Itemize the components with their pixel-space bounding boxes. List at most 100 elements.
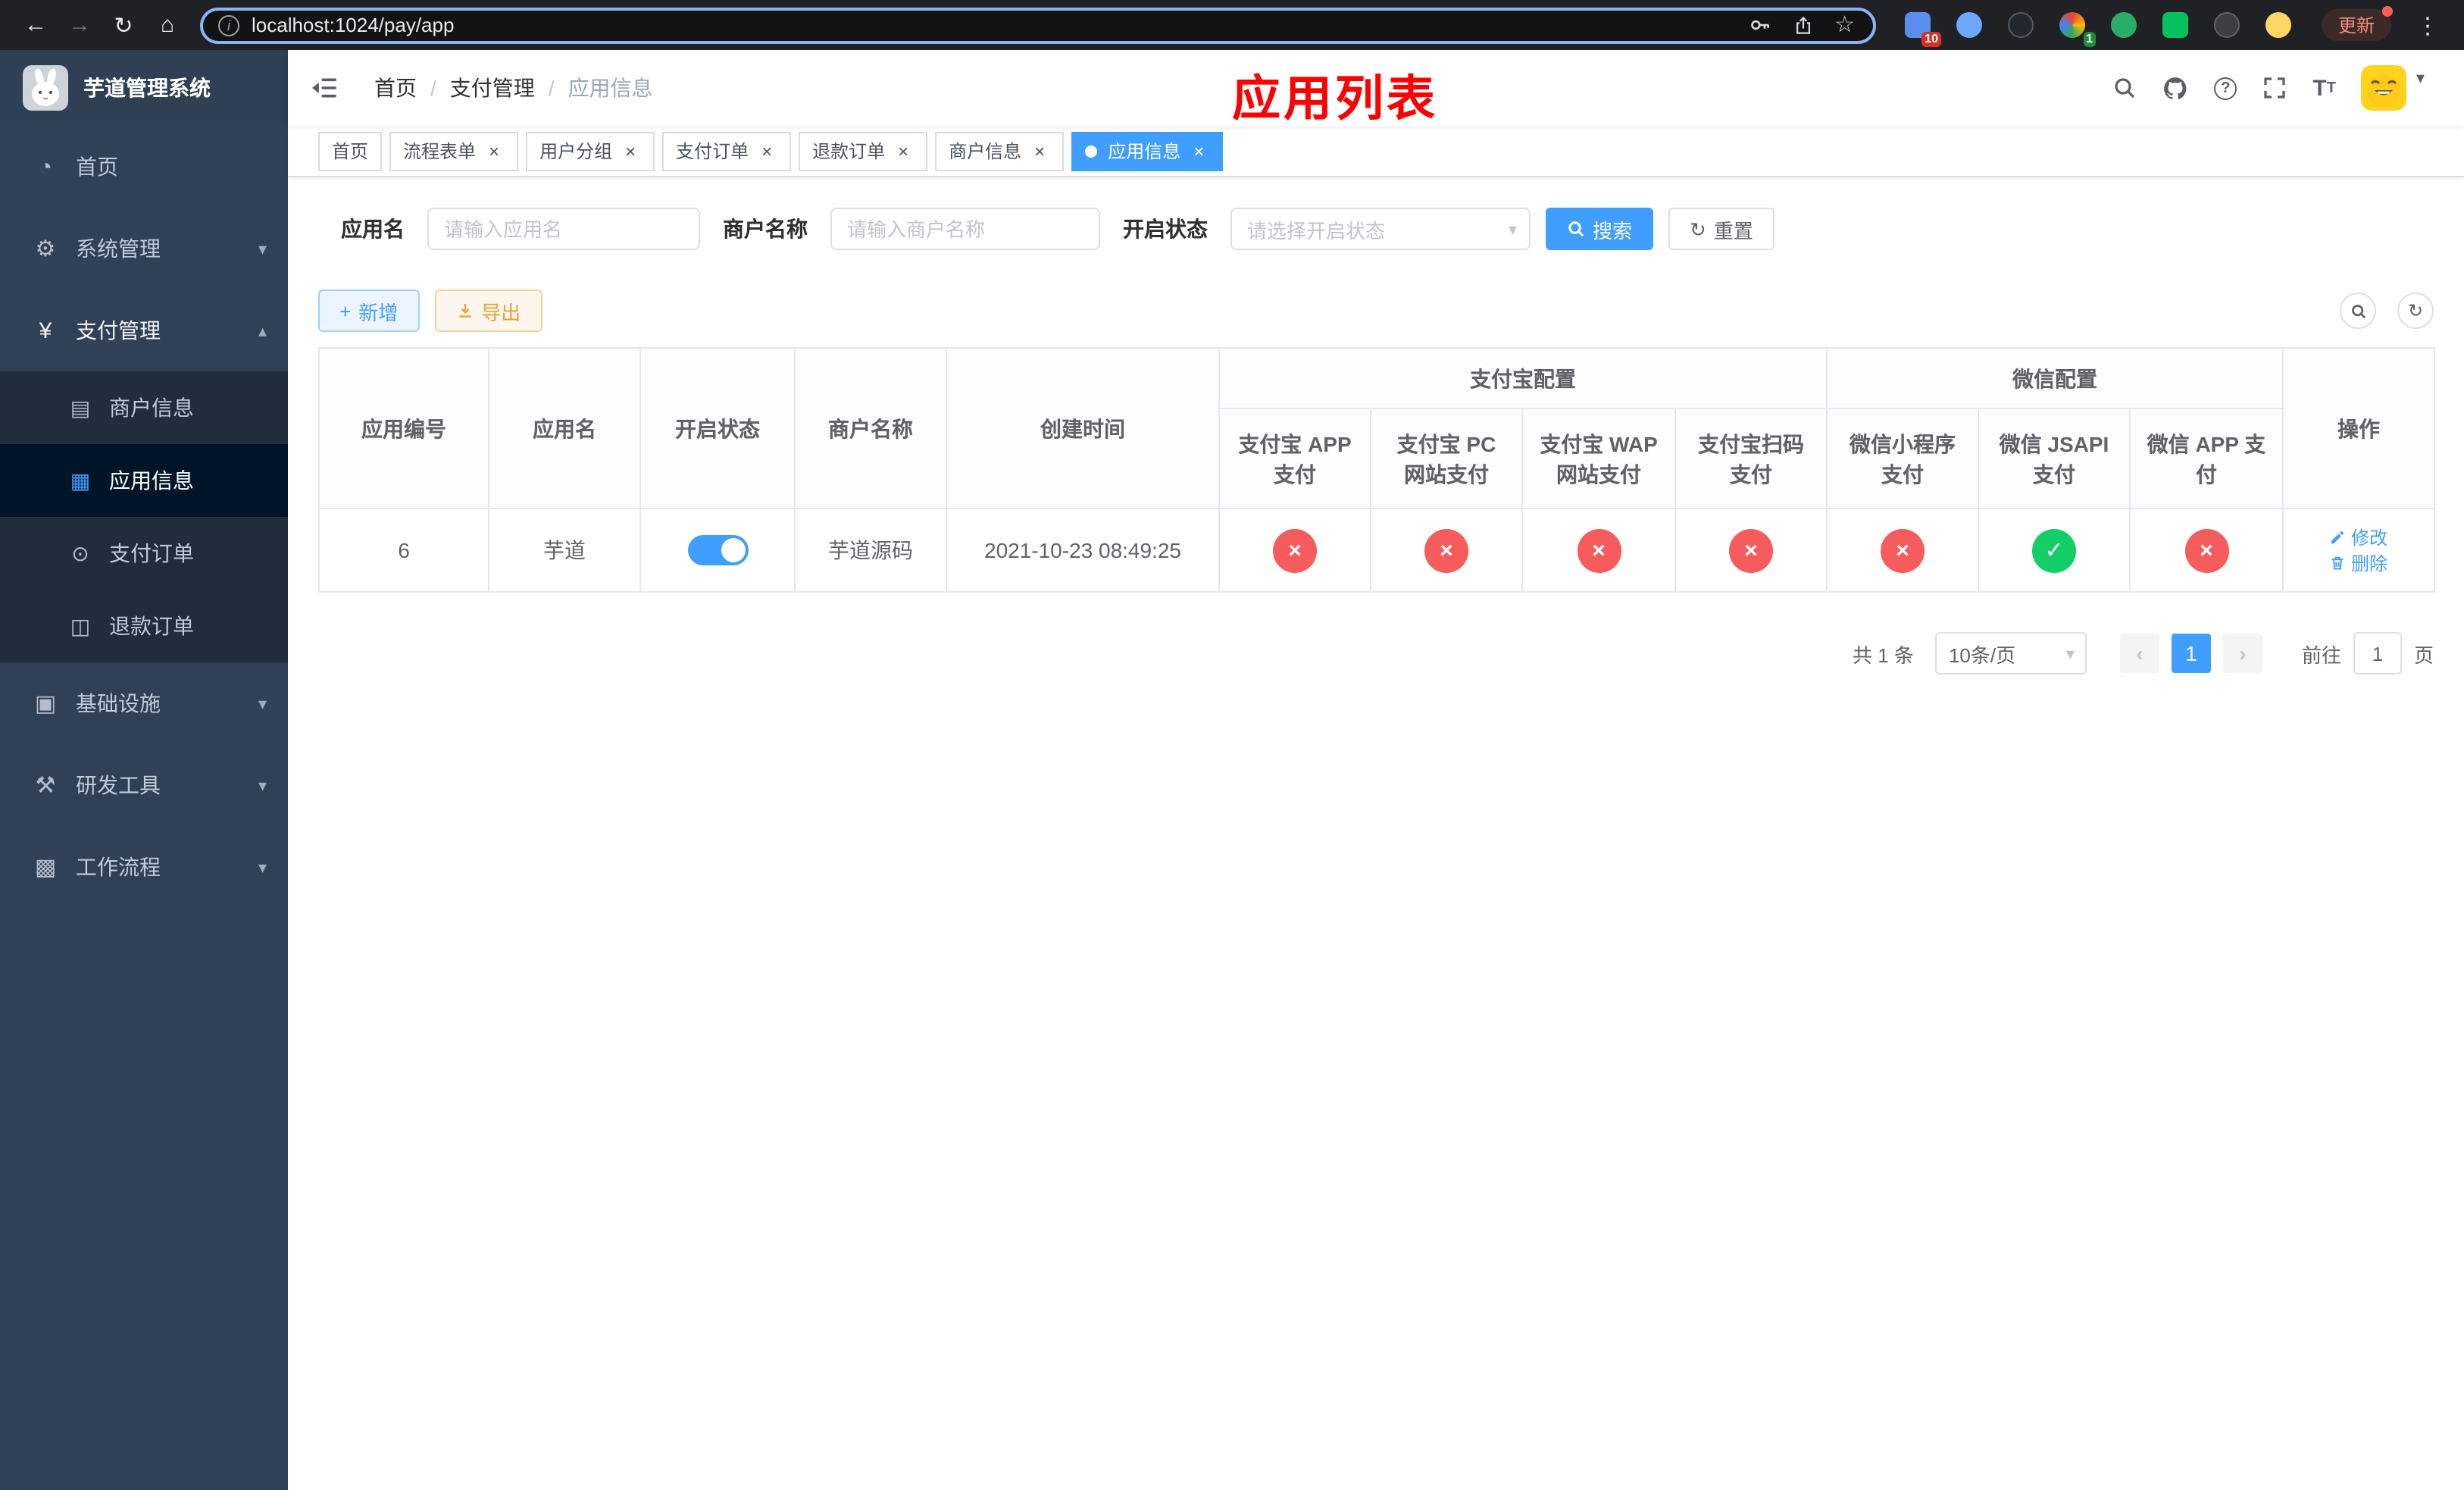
user-menu[interactable]: ▾ [2361, 65, 2425, 111]
sidebar-item-home[interactable]: ◔ 首页 [0, 126, 288, 208]
close-icon[interactable]: × [1029, 140, 1050, 161]
extension-face-icon[interactable] [2258, 5, 2297, 45]
bookmark-star-icon[interactable]: ☆ [1834, 14, 1855, 36]
sidebar-item-system[interactable]: ⚙ 系统管理 ▾ [0, 208, 288, 290]
address-bar[interactable]: i localhost:1024/pay/app ☆ [200, 7, 1876, 43]
goto-label: 前往 [2301, 643, 2341, 666]
extension-badge: 1 [2083, 31, 2096, 46]
tab-home[interactable]: 首页 [318, 131, 383, 171]
sidebar-item-infrastructure[interactable]: ▣ 基础设施 ▾ [0, 662, 288, 744]
extension-profile-icon[interactable]: 1 [2052, 5, 2096, 46]
extension-drop-icon[interactable] [1949, 5, 1988, 45]
tab-flow-form[interactable]: 流程表单 × [389, 131, 519, 171]
col-alipay-pc: 支付宝 PC 网站支付 [1370, 408, 1523, 509]
col-wechat-mini: 微信小程序支付 [1826, 408, 1979, 509]
enabled-toggle[interactable] [687, 535, 748, 565]
breadcrumb-home[interactable]: 首页 [374, 73, 417, 103]
edit-link[interactable]: 修改 [2330, 524, 2387, 550]
screen: ← → ↻ ⌂ i localhost:1024/pay/app ☆ 10 1 … [0, 0, 2464, 1490]
tags-view: 首页 流程表单 × 用户分组 × 支付订单 × 退款订单 × 商户信息 × 应用… [288, 126, 2464, 177]
add-button[interactable]: + 新增 [318, 290, 420, 332]
sidebar-item-refund-order[interactable]: ◫ 退款订单 [0, 590, 288, 662]
close-icon[interactable]: × [620, 140, 641, 161]
next-page-button[interactable]: › [2222, 634, 2262, 673]
password-key-icon[interactable] [1748, 14, 1771, 36]
fullscreen-icon[interactable] [2262, 76, 2287, 100]
sidebar-item-app-info[interactable]: ▦ 应用信息 [0, 444, 288, 517]
col-alipay-app: 支付宝 APP 支付 [1218, 408, 1371, 509]
tab-merchant-info[interactable]: 商户信息 × [935, 131, 1065, 171]
goto-page-input[interactable] [2353, 632, 2402, 675]
sidebar-collapse-icon[interactable] [311, 76, 338, 100]
filter-form: 应用名 商户名称 开启状态 请选择开启状态 ▾ [318, 208, 2434, 250]
merchant-name-input[interactable] [830, 208, 1100, 250]
col-merchant: 商户名称 [794, 347, 947, 509]
wechat-app-status-closed: × [2184, 528, 2228, 572]
header-actions: ? TT ▾ [2112, 65, 2425, 111]
col-wechat-app: 微信 APP 支付 [2129, 408, 2284, 509]
app-grid-icon: ▦ [70, 468, 91, 492]
status-select[interactable]: 请选择开启状态 ▾ [1230, 208, 1531, 250]
extension-grid-icon[interactable]: 10 [1897, 5, 1941, 46]
search-button[interactable]: 搜索 [1546, 208, 1654, 250]
home-button[interactable]: ⌂ [147, 5, 188, 45]
merchant-card-icon: ▤ [70, 395, 91, 419]
browser-menu-icon[interactable]: ⋮ [2412, 11, 2443, 39]
github-icon[interactable] [2162, 75, 2188, 101]
page-size-select[interactable]: 10条/页 ▾ [1934, 632, 2087, 675]
app-main: 应用名 商户名称 开启状态 请选择开启状态 ▾ [288, 177, 2464, 1490]
tab-app-info[interactable]: 应用信息 × [1071, 131, 1224, 171]
extension-wechat-icon[interactable] [2103, 5, 2143, 45]
tab-user-group[interactable]: 用户分组 × [526, 131, 655, 171]
refresh-table-button[interactable]: ↻ [2397, 293, 2434, 329]
font-size-icon[interactable]: TT [2312, 75, 2336, 101]
app-title: 芋道管理系统 [83, 76, 211, 100]
close-icon[interactable]: × [893, 140, 914, 161]
app-name-label: 应用名 [341, 217, 405, 241]
tab-pay-order[interactable]: 支付订单 × [662, 131, 792, 171]
dashboard-icon: ◔ [38, 154, 53, 180]
close-icon[interactable]: × [1188, 140, 1209, 161]
export-button[interactable]: 导出 [434, 290, 543, 332]
sidebar-item-pay-order[interactable]: ⊙ 支付订单 [0, 517, 288, 590]
share-icon[interactable] [1792, 14, 1813, 36]
tab-refund-order[interactable]: 退款订单 × [799, 131, 928, 171]
breadcrumb-payment[interactable]: 支付管理 [450, 73, 535, 103]
extension-dark-icon[interactable] [2000, 5, 2040, 45]
delete-link[interactable]: 删除 [2330, 550, 2387, 576]
sidebar-item-devtools[interactable]: ⚒ 研发工具 ▾ [0, 744, 288, 826]
reload-button[interactable]: ↻ [103, 5, 144, 45]
sidebar-item-payment[interactable]: ¥ 支付管理 ▴ [0, 290, 288, 371]
workflow-icon: ▩ [34, 855, 57, 881]
sidebar-item-merchant-info[interactable]: ▤ 商户信息 [0, 371, 288, 444]
help-icon[interactable]: ? [2214, 77, 2237, 99]
breadcrumb-separator: / [430, 76, 436, 100]
col-alipay-qr: 支付宝扫码支付 [1674, 408, 1828, 509]
reset-button[interactable]: ↻ 重置 [1668, 208, 1775, 250]
page-1-button[interactable]: 1 [2171, 634, 2211, 673]
browser-update-button[interactable]: 更新 [2322, 6, 2394, 41]
page-title: 应用列表 [1232, 71, 1439, 126]
chevron-down-icon: ▾ [258, 777, 267, 795]
chevron-up-icon: ▴ [258, 322, 267, 340]
wechat-mini-status-closed: × [1881, 528, 1925, 572]
extension-chat-icon[interactable] [2155, 5, 2194, 45]
back-button[interactable]: ← [15, 5, 56, 45]
prev-page-button[interactable]: ‹ [2119, 634, 2159, 673]
app-name-input[interactable] [427, 208, 700, 250]
site-info-icon[interactable]: i [218, 14, 239, 36]
sidebar-item-workflow[interactable]: ▩ 工作流程 ▾ [0, 826, 288, 908]
search-icon [2351, 304, 2366, 318]
refresh-icon: ↻ [1690, 218, 1706, 240]
extension-pinwheel-icon[interactable] [2206, 5, 2246, 45]
close-icon[interactable]: × [483, 140, 505, 161]
app-table: 应用编号 应用名 开启状态 商户名称 创建时间 支付宝配置 微信配置 操作 支付… [318, 347, 2435, 593]
close-icon[interactable]: × [756, 140, 777, 161]
search-icon[interactable] [2112, 76, 2137, 100]
forward-button[interactable]: → [59, 5, 100, 45]
toggle-search-button[interactable] [2340, 293, 2376, 329]
chevron-down-icon: ▾ [258, 695, 267, 713]
pencil-icon [2331, 531, 2344, 544]
cell-app-name: 芋道 [488, 508, 641, 593]
plus-icon: + [339, 299, 352, 322]
